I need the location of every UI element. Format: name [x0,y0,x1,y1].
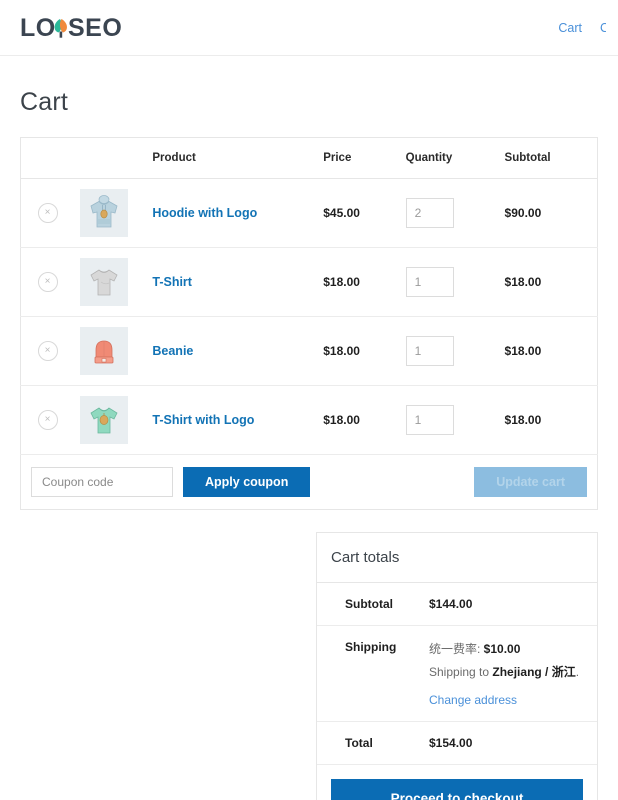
change-address-link[interactable]: Change address [429,693,517,707]
quantity-input[interactable] [405,267,454,297]
header-thumbnail [74,137,153,179]
header-subtotal: Subtotal [498,137,598,179]
product-subtotal: $90.00 [498,178,598,248]
site-logo[interactable]: LO SEO [20,11,150,45]
header-product: Product [152,137,318,179]
cart-table-head: Product Price Quantity Subtotal [20,137,598,179]
t-shirt-with-logo-thumbnail[interactable] [80,396,129,444]
site-header: LO SEO Cart C [0,0,618,56]
remove-item-icon[interactable]: × [37,272,58,292]
shipping-to-suffix: . [575,665,580,679]
quantity-cell [399,385,499,455]
product-link[interactable]: Hoodie with Logo [152,206,257,220]
nav-cart-link[interactable]: Cart [558,21,582,35]
svg-text:SEO: SEO [68,14,122,42]
thumbnail-cell [74,247,153,317]
product-link[interactable]: Beanie [152,344,193,358]
quantity-cell [399,247,499,317]
shipping-label: Shipping [317,625,429,722]
shipping-row: Shipping 统一费率: $10.00 Shipping to Zhejia… [317,625,597,722]
remove-cell: × [20,316,75,386]
remove-item-icon[interactable]: × [37,410,58,430]
quantity-input[interactable] [405,336,454,366]
cart-actions: Apply coupon Update cart [31,467,587,497]
table-row: × T-Shirt with Logo $18.00 1 $18.00 [20,385,598,455]
thumbnail-cell [74,178,153,248]
product-subtotal: $18.00 [498,247,598,317]
shipping-rate-name: 统一费率: [429,642,484,656]
thumbnail-cell [74,316,153,386]
nav-cut-off-item[interactable]: C [600,21,606,35]
total-value-cell: $154.00 [429,721,597,765]
subtotal-value-cell: $144.00 [429,583,597,626]
header-remove [20,137,75,179]
t-shirt-thumbnail[interactable] [80,258,129,306]
page-content: Cart Product Price Quantity Subtotal × H… [0,88,618,800]
cart-totals-panel: Cart totals Subtotal $144.00 Shipping 统一… [316,532,598,800]
table-row: × T-Shirt $18.00 1 $18.00 [20,247,598,317]
product-price: $18.00 [317,385,400,455]
proceed-to-checkout-button[interactable]: Proceed to checkout [331,779,583,800]
loyseo-logo-icon: LO SEO [20,14,122,42]
svg-text:LO: LO [20,14,56,42]
header-price: Price [317,137,400,179]
shipping-to-place: Zhejiang / 浙江 [492,665,576,679]
product-name-cell: T-Shirt [152,247,318,317]
shipping-rate-value: $10.00 [483,642,521,656]
remove-cell: × [20,178,75,248]
quantity-input[interactable] [405,405,454,435]
product-link[interactable]: T-Shirt [152,275,192,289]
cart-actions-row: Apply coupon Update cart [20,454,598,510]
product-price: $18.00 [317,316,400,386]
quantity-cell [399,316,499,386]
page-title: Cart [20,88,69,116]
remove-cell: × [20,385,75,455]
subtotal-row: Subtotal $144.00 [317,583,597,626]
quantity-input[interactable] [405,198,454,228]
cart-table-header-row: Product Price Quantity Subtotal [20,137,598,179]
quantity-cell [399,178,499,248]
beanie-thumbnail[interactable] [80,327,129,375]
product-name-cell: Hoodie with Logo [152,178,318,248]
shipping-value-cell: 统一费率: $10.00 Shipping to Zhejiang / 浙江. … [429,625,597,722]
total-row: Total $154.00 [317,721,597,765]
cart-table: Product Price Quantity Subtotal × Hoodie… [20,137,598,510]
header-quantity: Quantity [399,137,499,179]
product-name-cell: Beanie [152,316,318,386]
cart-totals-table: Subtotal $144.00 Shipping 统一费率: $10.00 S… [317,583,597,765]
cart-totals-wrapper: Cart totals Subtotal $144.00 Shipping 统一… [20,532,598,800]
remove-cell: × [20,247,75,317]
shipping-destination: Shipping to Zhejiang / 浙江. [429,663,583,681]
product-name-cell: T-Shirt with Logo [152,385,318,455]
table-row: × Hoodie with Logo $45.00 2 $90.00 [20,178,598,248]
shipping-rate: 统一费率: $10.00 [429,640,583,657]
remove-item-icon[interactable]: × [37,203,58,223]
product-subtotal: $18.00 [498,316,598,386]
cart-totals-heading: Cart totals [317,533,597,583]
header-nav: Cart C [558,21,606,35]
hoodie-with-logo-thumbnail[interactable] [80,189,129,237]
product-link[interactable]: T-Shirt with Logo [152,413,254,427]
product-price: $18.00 [317,247,400,317]
checkout-button-wrapper: Proceed to checkout [317,765,597,800]
subtotal-label: Subtotal [317,583,429,626]
thumbnail-cell [74,385,153,455]
product-price: $45.00 [317,178,400,248]
cart-table-body: × Hoodie with Logo $45.00 2 $90.00 × T-S… [20,178,598,510]
coupon-code-input[interactable] [31,467,173,497]
total-value: $154.00 [429,736,473,750]
total-label: Total [317,721,429,765]
table-row: × Beanie $18.00 1 $18.00 [20,316,598,386]
update-cart-button: Update cart [474,467,587,497]
product-subtotal: $18.00 [498,385,598,455]
shipping-to-prefix: Shipping to [429,665,493,679]
cart-actions-cell: Apply coupon Update cart [20,454,598,510]
apply-coupon-button[interactable]: Apply coupon [183,467,311,497]
subtotal-value: $144.00 [429,597,473,611]
remove-item-icon[interactable]: × [37,341,58,361]
